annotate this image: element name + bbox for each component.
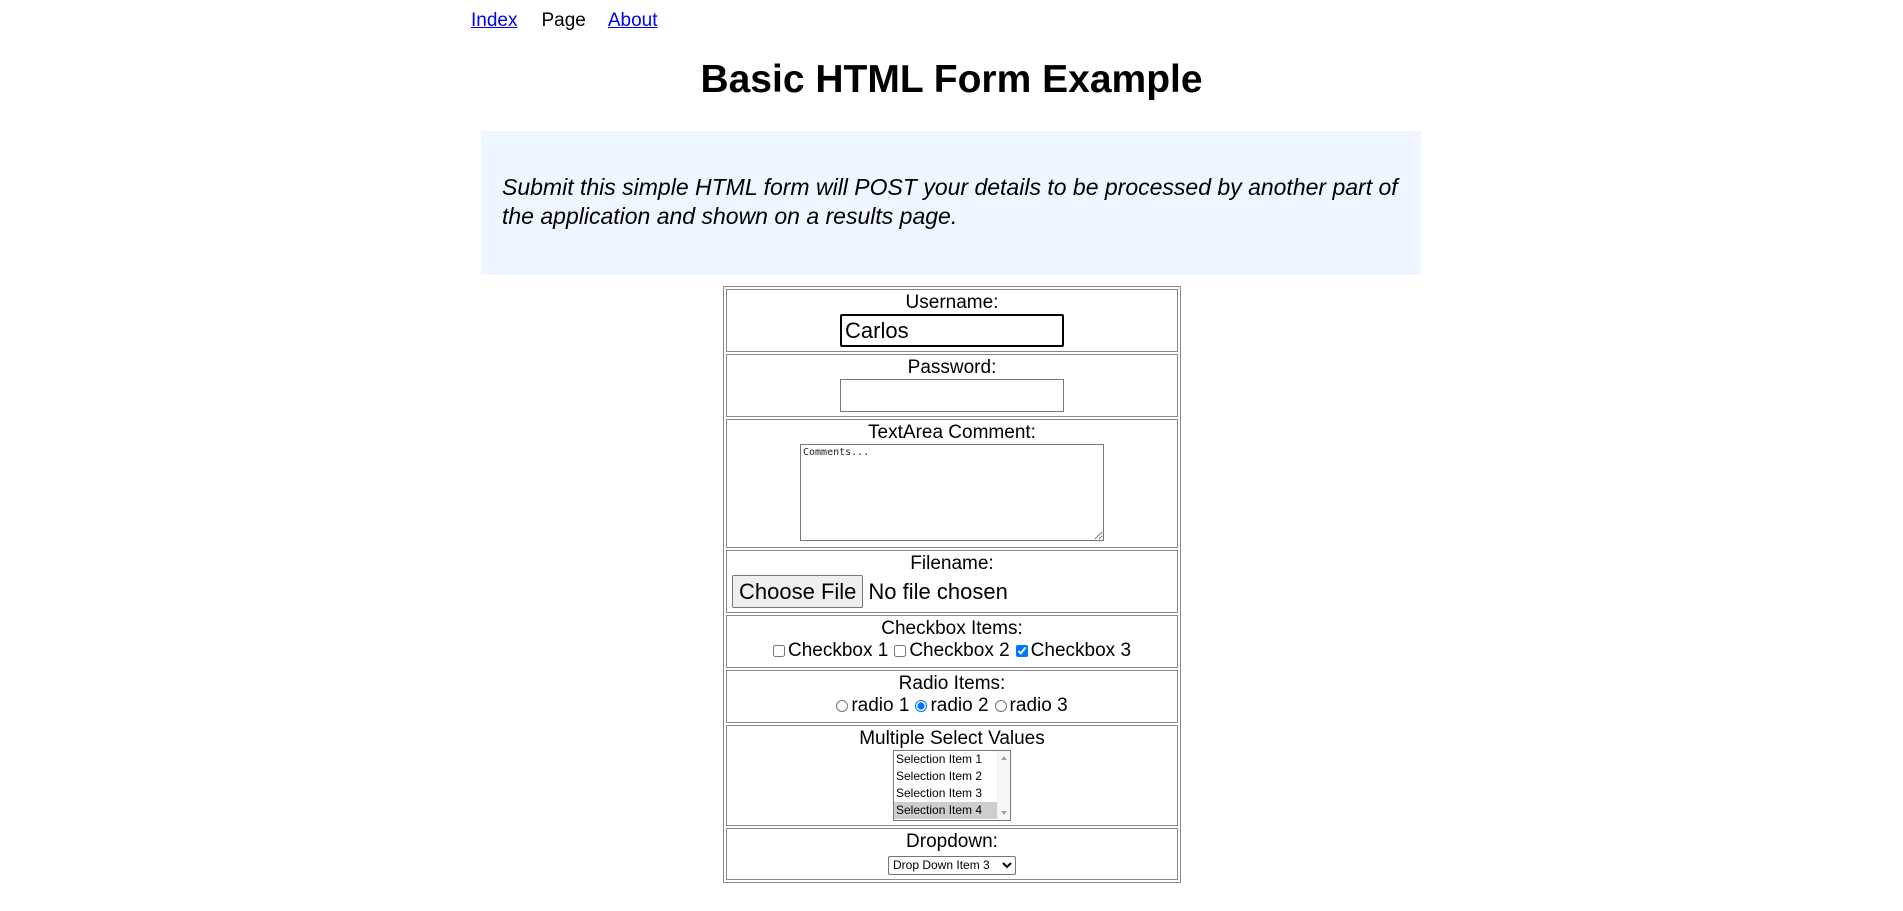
form-table: Username: Password: TextArea Comment: Fi… bbox=[723, 286, 1181, 883]
dropdown-label: Dropdown: bbox=[906, 831, 998, 852]
file-row: Filename: Choose File No file chosen bbox=[726, 550, 1178, 613]
checkbox-1-label: Checkbox 1 bbox=[787, 640, 889, 661]
password-input[interactable] bbox=[840, 379, 1064, 412]
radio-row: Radio Items: radio 1 radio 2 radio 3 bbox=[726, 670, 1178, 723]
radio-2[interactable] bbox=[915, 700, 928, 712]
checkbox-option-2[interactable]: Checkbox 2 bbox=[894, 640, 1010, 662]
file-status: No file chosen bbox=[868, 578, 1008, 604]
page-title: Basic HTML Form Example bbox=[700, 58, 1203, 101]
multiselect-row: Multiple Select Values Selection Item 1 … bbox=[726, 725, 1178, 826]
password-row: Password: bbox=[726, 354, 1178, 417]
comment-label: TextArea Comment: bbox=[868, 422, 1036, 443]
checkbox-2-label: Checkbox 2 bbox=[909, 640, 1010, 661]
username-input[interactable] bbox=[840, 314, 1064, 347]
username-row: Username: bbox=[726, 289, 1178, 352]
checkbox-label: Checkbox Items: bbox=[881, 618, 1023, 639]
page: Index Page About Basic HTML Form Example S… bbox=[0, 0, 1903, 911]
nav-current-page: Page bbox=[541, 10, 586, 31]
file-picker: Choose File No file chosen bbox=[731, 575, 1173, 608]
explanation-box: Submit this simple HTML form will POST y… bbox=[481, 131, 1421, 275]
radio-label: Radio Items: bbox=[898, 673, 1006, 694]
radio-group: radio 1 radio 2 radio 3 bbox=[833, 695, 1070, 717]
filename-label: Filename: bbox=[910, 553, 994, 574]
checkbox-3-label: Checkbox 3 bbox=[1030, 640, 1132, 661]
nav-link-index[interactable]: Index bbox=[471, 10, 517, 31]
radio-1[interactable] bbox=[836, 700, 849, 712]
radio-option-2[interactable]: radio 2 bbox=[915, 695, 989, 717]
checkbox-3[interactable] bbox=[1015, 645, 1028, 657]
radio-3[interactable] bbox=[994, 700, 1007, 712]
multiselect-option[interactable]: Selection Item 3 bbox=[894, 785, 1010, 802]
multiselect-scrollbar[interactable] bbox=[997, 751, 1010, 820]
choose-file-button[interactable]: Choose File bbox=[732, 575, 864, 608]
radio-option-1[interactable]: radio 1 bbox=[836, 695, 909, 717]
checkbox-1[interactable] bbox=[772, 645, 785, 657]
radio-option-3[interactable]: radio 3 bbox=[994, 695, 1068, 717]
scroll-down-arrow-icon[interactable] bbox=[1001, 811, 1007, 815]
radio-2-label: radio 2 bbox=[930, 695, 989, 716]
nav-link-about[interactable]: About bbox=[608, 10, 658, 31]
checkbox-option-3[interactable]: Checkbox 3 bbox=[1015, 640, 1132, 662]
checkbox-row: Checkbox Items: Checkbox 1 Checkbox 2 Ch… bbox=[726, 615, 1178, 668]
top-nav: Index Page About bbox=[471, 10, 658, 32]
dropdown-select[interactable]: Drop Down Item 3 bbox=[888, 855, 1016, 875]
comment-row: TextArea Comment: bbox=[726, 419, 1178, 548]
dropdown-row: Dropdown: Drop Down Item 3 bbox=[726, 828, 1178, 880]
radio-3-label: radio 3 bbox=[1009, 695, 1068, 716]
multiselect-option[interactable]: Selection Item 1 bbox=[894, 751, 1010, 768]
password-label: Password: bbox=[907, 357, 997, 378]
comment-textarea[interactable] bbox=[800, 444, 1104, 541]
multiselect-option-selected[interactable]: Selection Item 4 bbox=[894, 802, 1010, 819]
checkbox-group: Checkbox 1 Checkbox 2 Checkbox 3 bbox=[770, 640, 1134, 662]
scroll-up-arrow-icon[interactable] bbox=[1001, 756, 1007, 760]
username-label: Username: bbox=[905, 292, 999, 313]
multiselect-option[interactable]: Selection Item 2 bbox=[894, 768, 1010, 785]
checkbox-2[interactable] bbox=[894, 645, 907, 657]
explanation-text: Submit this simple HTML form will POST y… bbox=[502, 174, 1398, 229]
radio-1-label: radio 1 bbox=[851, 695, 910, 716]
checkbox-option-1[interactable]: Checkbox 1 bbox=[772, 640, 889, 662]
multiselect-label: Multiple Select Values bbox=[859, 728, 1045, 749]
multiselect-listbox[interactable]: Selection Item 1 Selection Item 2 Select… bbox=[893, 750, 1011, 821]
